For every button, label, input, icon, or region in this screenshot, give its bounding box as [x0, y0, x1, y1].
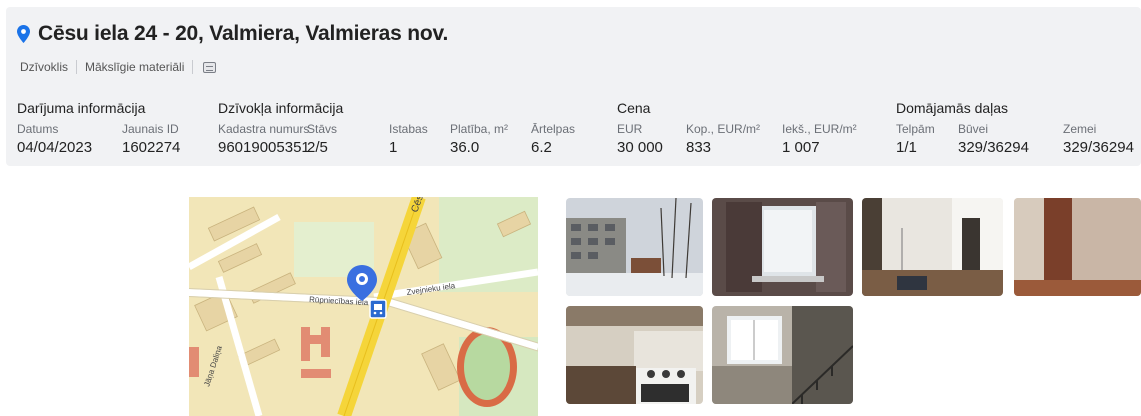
- field-value: 329/36294: [958, 139, 1029, 156]
- field-value: 1602274: [122, 139, 181, 156]
- field-label: Istabas: [389, 122, 428, 136]
- field-building: Būvei 329/36294: [958, 122, 1029, 156]
- tag-divider: [76, 60, 78, 74]
- title-row: Cēsu iela 24 - 20, Valmiera, Valmieras n…: [17, 22, 448, 46]
- field-value: 329/36294: [1063, 139, 1134, 156]
- field-eur: EUR 30 000: [617, 122, 663, 156]
- tag-property-type: Dzīvoklis: [20, 60, 69, 74]
- section-price: Cena: [617, 100, 651, 116]
- field-label: Kop., EUR/m²: [686, 122, 761, 136]
- property-info-card: Cēsu iela 24 - 20, Valmiera, Valmieras n…: [6, 7, 1141, 166]
- map-canvas[interactable]: Cēsu Rūpniecības iela Zvejnieku iela Jāņ…: [189, 197, 538, 416]
- field-cadastre: Kadastra numurs 96019005351: [218, 122, 310, 156]
- photo-thumbnail[interactable]: [862, 198, 1003, 296]
- photo-thumbnail[interactable]: [712, 198, 853, 296]
- section-shares: Domājamās daļas: [896, 100, 1009, 116]
- field-label: Platība, m²: [450, 122, 509, 136]
- field-area: Platība, m² 36.0: [450, 122, 508, 156]
- location-pin-icon: [17, 25, 30, 43]
- photo-thumbnail[interactable]: [566, 198, 703, 296]
- property-tags: Dzīvoklis Mākslīgie materiāli: [20, 60, 217, 74]
- photo-window: [712, 198, 853, 296]
- field-label: Datums: [17, 122, 59, 136]
- field-new-id: Jaunais ID 1602274: [122, 122, 180, 156]
- tag-material: Mākslīgie materiāli: [85, 60, 185, 74]
- photo-thumbnail[interactable]: [566, 306, 703, 404]
- section-deal: Darījuma informācija: [17, 100, 146, 116]
- field-total-per-m2: Kop., EUR/m² 833: [686, 122, 760, 156]
- section-apartment: Dzīvokļa informācija: [218, 100, 344, 116]
- field-value: 1: [389, 139, 398, 156]
- tag-divider: [192, 60, 194, 74]
- field-label: Būvei: [958, 122, 989, 136]
- bus-stop-icon[interactable]: [369, 299, 387, 319]
- field-date: Datums 04/04/2023: [17, 122, 92, 156]
- field-rooms: Istabas 1: [389, 122, 428, 156]
- field-floor: Stāvs 2/5: [307, 122, 337, 156]
- field-outdoor: Ārtelpas 6.2: [531, 122, 575, 156]
- field-label: Ārtelpas: [531, 122, 576, 136]
- field-label: Zemei: [1063, 122, 1097, 136]
- field-label: Jaunais ID: [122, 122, 179, 136]
- field-value: 6.2: [531, 139, 552, 156]
- photo-thumbnail[interactable]: [1014, 198, 1141, 296]
- field-value: 30 000: [617, 139, 663, 156]
- field-label: Kadastra numurs: [218, 122, 310, 136]
- field-value: 36.0: [450, 139, 480, 156]
- field-label: EUR: [617, 122, 643, 136]
- photo-thumbnail[interactable]: [712, 306, 853, 404]
- location-map[interactable]: Cēsu Rūpniecības iela Zvejnieku iela Jāņ…: [189, 197, 538, 416]
- field-premises: Telpām 1/1: [896, 122, 935, 156]
- document-icon[interactable]: [203, 61, 217, 73]
- field-label: Telpām: [896, 122, 935, 136]
- photo-stairwell: [712, 306, 853, 404]
- photo-kitchen: [566, 306, 703, 404]
- page-title: Cēsu iela 24 - 20, Valmiera, Valmieras n…: [38, 22, 449, 45]
- field-value: 2/5: [307, 139, 328, 156]
- field-value: 833: [686, 139, 712, 156]
- field-land: Zemei 329/36294: [1063, 122, 1134, 156]
- field-inner-per-m2: Iekš., EUR/m² 1 007: [782, 122, 857, 156]
- field-value: 1/1: [896, 139, 917, 156]
- field-label: Iekš., EUR/m²: [782, 122, 857, 136]
- field-value: 1 007: [782, 139, 820, 156]
- photo-hallway: [1014, 198, 1141, 296]
- field-label: Stāvs: [307, 122, 338, 136]
- field-value: 96019005351: [218, 139, 310, 156]
- photo-room: [862, 198, 1003, 296]
- photo-exterior: [566, 198, 703, 296]
- field-value: 04/04/2023: [17, 139, 93, 156]
